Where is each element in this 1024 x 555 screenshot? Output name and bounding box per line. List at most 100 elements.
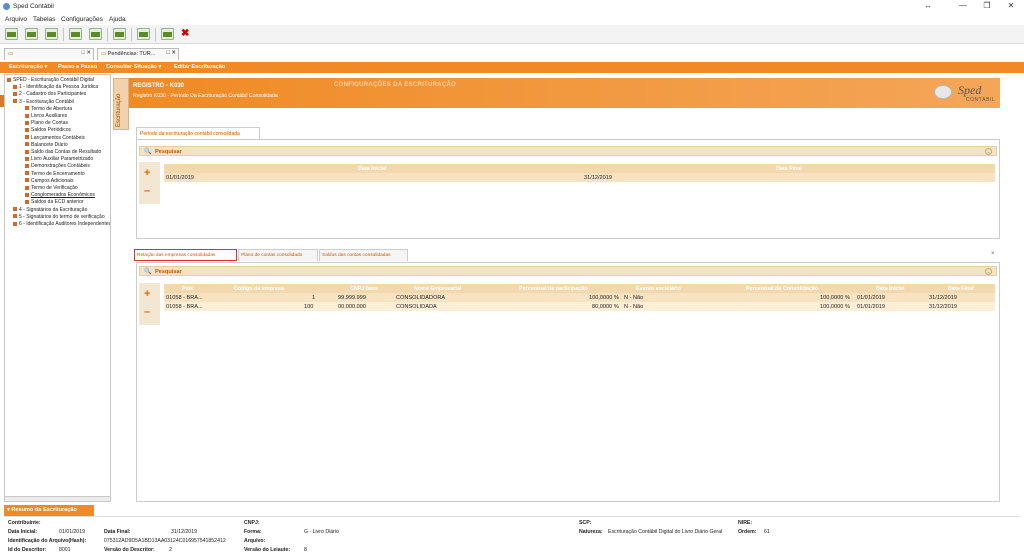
summary-panel: Contribuinte: Data Inicial: 01/01/2019 D… [4,516,1020,554]
search-bar[interactable]: 🔍 Pesquisar ⌄ [139,146,997,156]
close-panel-icon[interactable]: × [991,251,995,257]
toolbar: ✖ [0,25,1024,44]
table-row[interactable]: 01058 - BRA... 100 00.000.000 CONSOLIDAD… [164,302,995,311]
collapse-icon[interactable]: ⌄ [985,268,992,275]
arquivo-label: Arquivo: [244,538,266,544]
tree-node-icon [25,156,29,161]
menu-tabelas[interactable]: Tabelas [33,16,55,23]
logo-globe-icon [934,85,952,99]
forma-label: Forma: [244,529,262,535]
report-icon[interactable] [161,28,174,40]
remove-row-button[interactable]: – [144,186,150,197]
table-cell: 01058 - BRA... [166,304,203,310]
import-ecd-icon[interactable] [45,28,58,40]
export-icon[interactable] [89,28,102,40]
tree-item[interactable]: Livro Auxiliar Parametrizado [25,156,93,162]
versao-descritor-value: 2 [169,547,172,553]
tree-item[interactable]: 1 - Identificação da Pessoa Jurídica [13,84,98,90]
tree-item-label: Balancete Diário [31,141,68,148]
tree-item[interactable]: Lançamentos Contábeis [25,135,85,141]
tree-item[interactable]: 6 - Identificação Auditores Independente… [13,221,110,227]
tree-node-icon [25,164,29,169]
tree-item[interactable]: SPED - Escrituração Contábil Digital [7,77,94,83]
cnpj-label: CNPJ: [244,520,260,526]
transmit-icon[interactable] [137,28,150,40]
tree-item[interactable]: 3 - Escrituração Contábil [13,99,74,105]
close-tab-icon[interactable]: □ ✕ [82,50,91,56]
table-cell: 31/12/2019 [929,295,957,301]
tab-tree[interactable]: ▭ □ ✕ [4,48,94,60]
open-ecd-icon[interactable] [5,28,18,40]
add-row-button[interactable]: + [144,289,150,300]
close-window-button[interactable]: ✕ [998,0,1024,14]
summary-toggle[interactable]: ▾ Resumo da Escrituração [4,505,94,516]
tree-node-icon [13,99,17,104]
tree-item[interactable]: Conglomerados Econômicos [25,192,95,198]
tab-relacao-empresas[interactable]: Relação das empresas consolidadas [134,249,237,261]
tree-item-label: Campos Adicionais [31,177,74,184]
table-cell: N - Não [624,304,644,310]
tree-item[interactable]: Campos Adicionais [25,178,74,184]
menu-arquivo[interactable]: Arquivo [5,16,27,23]
tree-item[interactable]: Termo de Verificação [25,185,78,191]
close-escrituracao-icon[interactable]: ✖ [181,28,189,39]
menu-passo-a-passo[interactable]: Passo a Passo [58,64,97,70]
search-icon: 🔍 [144,149,152,155]
registro-header: REGISTRO - K030 Registro K030 - Período … [129,78,1000,108]
validate-icon[interactable] [69,28,82,40]
tree-item[interactable]: Plano de Contas [25,120,68,126]
menu-editar-escrituracao[interactable]: Editar Escrituração [174,64,225,70]
menu-configuracoes[interactable]: Configurações [61,16,103,23]
logo-text: Sped [958,83,982,97]
tree-node-icon [25,185,29,190]
tree-horizontal-scrollbar[interactable] [4,496,111,502]
tree-item[interactable]: 4 - Signatários da Escrituração [13,207,87,213]
minimize-button[interactable]: — [950,0,976,14]
column-header: Data Final [776,166,802,172]
sped-contabil-logo: Sped CONTÁBIL [934,82,995,104]
add-row-button[interactable]: + [144,168,150,179]
tree-item[interactable]: Termo de Encerramento [25,171,85,177]
tree-item[interactable]: Saldo das Contas de Resultado [25,149,101,155]
remove-row-button[interactable]: – [144,307,150,318]
tab-periodo-escrituracao[interactable]: Período da escrituração contábil consoli… [136,127,260,139]
maximize-button[interactable]: ❐ [974,0,1000,14]
tree-item[interactable]: 2 - Cadastro dos Participantes [13,91,86,97]
tab-pendencias[interactable]: ▭ Pendências: TUR... □ ✕ [97,48,179,60]
tab-plano-contas[interactable]: Plano de contas consolidado [238,249,318,261]
column-header: Percentual de Consolidação [746,286,819,292]
table-row[interactable]: 01058 - BRA... 1 99.999.999 CONSOLIDADOR… [164,293,995,302]
data-inicial-label: Data Inicial: [8,529,38,535]
search-bar[interactable]: 🔍 Pesquisar ⌄ [139,266,997,276]
menu-ajuda[interactable]: Ajuda [109,16,126,23]
tree-item-label: 3 - Escrituração Contábil [19,98,74,105]
tree-item[interactable]: 5 - Signatários do termo de verificação [13,214,105,220]
tree-item[interactable]: Livros Auxiliares [25,113,67,119]
tree-item[interactable]: Demonstrações Contábeis [25,163,90,169]
tab-saldos-contas[interactable]: Saldos das contas consolidadas [319,249,408,261]
tree-item[interactable]: Saldos da ECD anterior [25,199,84,205]
periodo-grid: Data Inicial Data Final 01/01/2019 31/12… [164,164,995,184]
sign-icon[interactable] [113,28,126,40]
forma-value: G - Livro Diário [304,529,339,535]
tab-pendencias-label: Pendências: TUR... [107,51,156,57]
row-actions: + – [139,162,160,204]
tree-item[interactable]: Balancete Diário [25,142,68,148]
table-row[interactable]: 01/01/2019 31/12/2019 [164,173,995,182]
table-cell: 80,0000 % [592,304,619,310]
hash-value: 075312AD9D5A1BD13AA03124C016957541852412 [104,538,226,544]
tree-item[interactable]: Saldos Periódicos [25,127,71,133]
menu-escrituracao[interactable]: Escrituração ▾ [9,64,47,70]
tree-item[interactable]: Termo de Abertura [25,106,72,112]
table-cell: CONSOLIDADA [396,304,437,310]
escrituracao-side-tab[interactable]: Escrituração [113,78,129,130]
new-ecd-icon[interactable] [25,28,38,40]
collapse-icon[interactable]: ⌄ [985,148,992,155]
close-tab-icon[interactable]: □ ✕ [167,50,176,56]
menu-consultar-situacao[interactable]: Consultar Situação ▾ [106,64,161,70]
registro-description: Registro K030 - Período Da Escrituração … [133,93,278,99]
tree-node-icon [25,149,29,154]
search-label: Pesquisar [155,149,182,155]
restore-size-icon[interactable]: ↔ [915,0,941,14]
toolbar-separator [131,28,132,41]
